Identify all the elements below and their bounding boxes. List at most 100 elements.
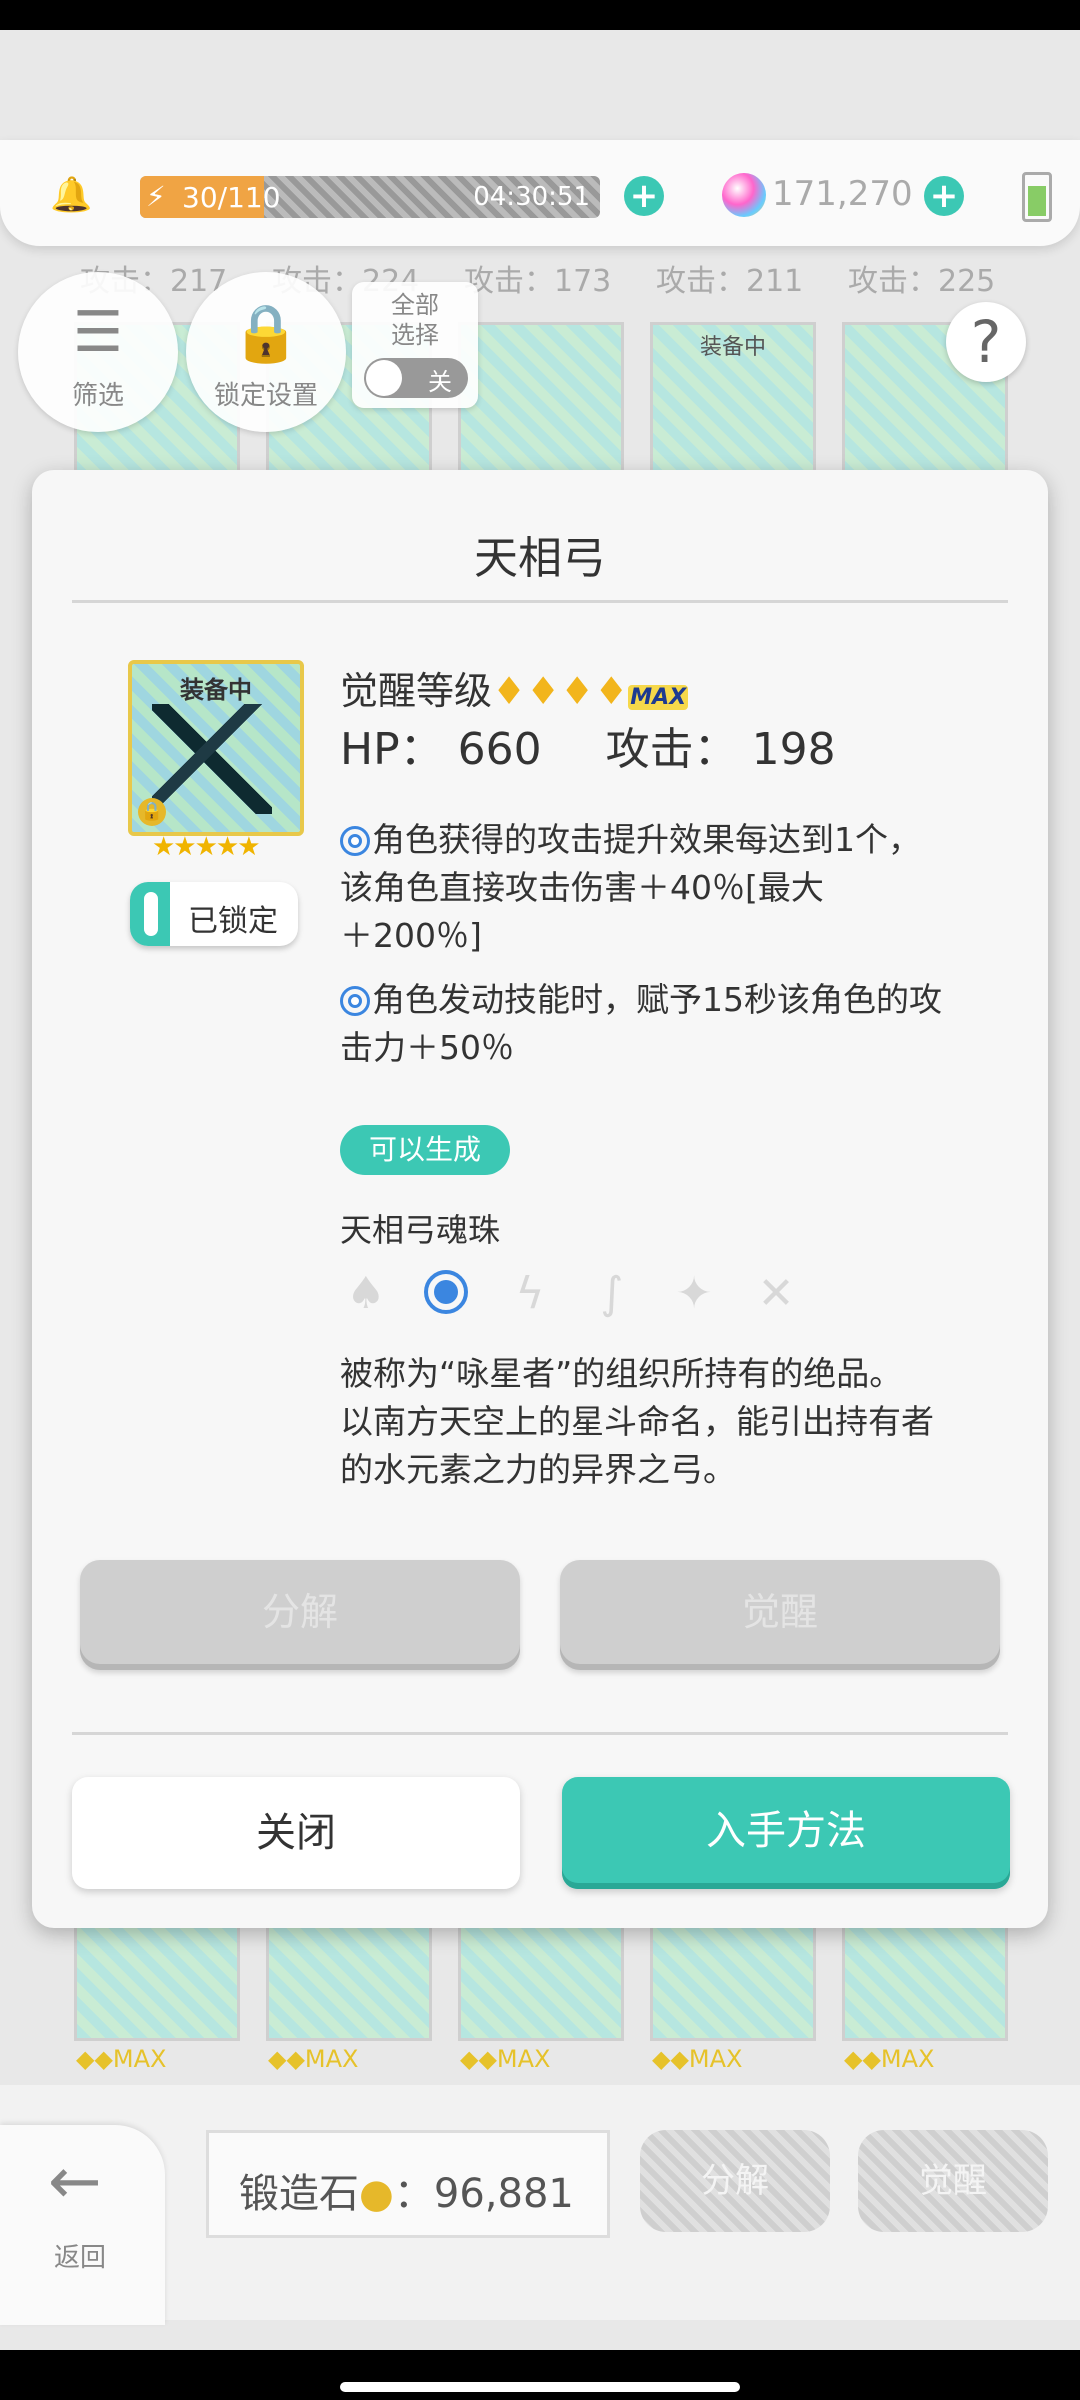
- description-line: 以南方天空上的星斗命名，能引出持有者: [340, 1402, 934, 1441]
- hp-stat: HP： 660: [340, 724, 542, 775]
- light-icon: ✦: [675, 1268, 713, 1319]
- forge-stone-text: 锻造石●：96,881: [239, 2161, 574, 2219]
- forge-stone-icon: ●: [359, 2171, 394, 2217]
- card-awaken-stars: ◆◆MAX: [652, 2045, 743, 2073]
- skill-bullet-icon: [340, 826, 370, 856]
- lock-icon: 🔒: [138, 798, 166, 826]
- equipped-badge: 装备中: [180, 676, 252, 704]
- dialog-title: 天相弓: [474, 533, 606, 584]
- back-label: 返回: [54, 2243, 107, 2273]
- switch-knob: [366, 360, 402, 396]
- energy-bar: ⚡ 30/110 04:30:51: [140, 176, 600, 218]
- card-awaken-stars: ◆◆MAX: [76, 2045, 167, 2073]
- filter-button[interactable]: ☰ 筛选: [18, 272, 178, 432]
- dark-icon: ✕: [757, 1268, 795, 1319]
- select-all-switch[interactable]: 关: [364, 358, 468, 398]
- back-button[interactable]: ← 返回: [0, 2125, 165, 2325]
- weapon-card[interactable]: [842, 1925, 1008, 2041]
- thunder-icon: ϟ: [515, 1268, 545, 1319]
- add-energy-icon[interactable]: +: [624, 176, 664, 216]
- equipped-label: 装备中: [699, 335, 766, 360]
- help-icon[interactable]: ?: [946, 302, 1026, 382]
- description-line: 被称为“咏星者”的组织所持有的绝品。: [340, 1354, 903, 1393]
- forge-stone-counter: 锻造石●：96,881: [206, 2130, 610, 2238]
- water-icon: [424, 1270, 468, 1314]
- max-label: MAX: [880, 2045, 935, 2073]
- effect-line: 角色发动技能时，赋予15秒该角色的攻: [372, 980, 942, 1019]
- card-attack: 攻击：225: [848, 264, 996, 299]
- weapon-card[interactable]: 装备中: [650, 322, 816, 478]
- bulk-disassemble-button[interactable]: 分解: [640, 2130, 830, 2232]
- lock-toggle-indicator: [130, 882, 170, 946]
- switch-state: 关: [428, 368, 452, 396]
- gem-count: 171,270: [772, 174, 913, 214]
- weapon-card[interactable]: [650, 1925, 816, 2041]
- buttons-divider: [72, 1732, 1008, 1735]
- filter-label: 筛选: [71, 381, 124, 411]
- status-bar: [0, 0, 1080, 30]
- weapon-detail-dialog: 天相弓 装备中 🔒 ★★★★★ 已锁定 觉醒等级♦♦♦♦MAX HP： 660 …: [32, 470, 1048, 1928]
- battery-icon: [1022, 172, 1052, 222]
- max-label: MAX: [112, 2045, 167, 2073]
- weapon-card[interactable]: [266, 1925, 432, 2041]
- gem-icon: [722, 173, 766, 217]
- weapon-card[interactable]: [458, 1925, 624, 2041]
- awaken-max-badge: MAX: [628, 685, 689, 710]
- attack-stat: 攻击： 198: [605, 724, 836, 775]
- weapon-stats: HP： 660 攻击： 198: [340, 713, 836, 777]
- awaken-level: 觉醒等级♦♦♦♦MAX: [340, 660, 689, 715]
- craftable-badge: 可以生成: [340, 1125, 510, 1175]
- effect-1: 角色获得的攻击提升效果每达到1个， 该角色直接攻击伤害＋40％[最大 ＋200％…: [340, 816, 1000, 960]
- weapon-card[interactable]: [458, 322, 624, 478]
- card-attack: 攻击：173: [464, 264, 612, 299]
- max-label: MAX: [688, 2045, 743, 2073]
- disassemble-button[interactable]: 分解: [80, 1560, 520, 1670]
- awaken-level-label: 觉醒等级: [340, 669, 493, 713]
- effect-line: 击力＋50％: [340, 1028, 514, 1067]
- lock-icon: 🔒: [231, 301, 301, 366]
- effect-line: 角色获得的攻击提升效果每达到1个，: [372, 820, 921, 859]
- weapon-image: 装备中 🔒: [128, 660, 304, 836]
- energy-text: 30/110: [182, 181, 281, 214]
- wind-icon: ∫: [600, 1268, 624, 1319]
- card-awaken-stars: ◆◆MAX: [460, 2045, 551, 2073]
- back-arrow-icon: ←: [48, 2145, 102, 2219]
- filter-icon: ☰: [72, 300, 124, 365]
- max-label: MAX: [496, 2045, 551, 2073]
- earth-icon: ♠: [346, 1268, 386, 1319]
- add-gems-icon[interactable]: +: [924, 176, 964, 216]
- weapon-card[interactable]: [74, 1925, 240, 2041]
- lock-toggle-label: 已锁定: [188, 904, 278, 939]
- max-label: MAX: [304, 2045, 359, 2073]
- close-button[interactable]: 关闭: [72, 1777, 520, 1889]
- energy-timer: 04:30:51: [473, 182, 590, 212]
- rarity-stars: ★★★★★: [152, 832, 261, 862]
- description-line: 的水元素之力的异界之弓。: [340, 1450, 736, 1489]
- select-all-toggle[interactable]: 全部 选择 关: [352, 282, 478, 408]
- weapon-description: 被称为“咏星者”的组织所持有的绝品。 以南方天空上的星斗命名，能引出持有者 的水…: [340, 1350, 1000, 1494]
- bulk-awaken-button[interactable]: 觉醒: [858, 2130, 1048, 2232]
- lock-toggle-button[interactable]: 已锁定: [130, 882, 298, 946]
- bell-icon[interactable]: 🔔: [50, 175, 92, 215]
- effect-line: ＋200％]: [340, 916, 482, 955]
- forge-stone-value: ：96,881: [393, 2171, 574, 2217]
- card-awaken-stars: ◆◆MAX: [844, 2045, 935, 2073]
- soul-orb-label: 天相弓魂珠: [340, 1211, 501, 1249]
- awaken-button[interactable]: 觉醒: [560, 1560, 1000, 1670]
- select-all-label: 全部 选择: [391, 291, 439, 349]
- nav-bar: [0, 2350, 1080, 2400]
- card-attack: 攻击：211: [656, 264, 804, 299]
- effect-line: 该角色直接攻击伤害＋40％[最大: [340, 868, 824, 907]
- obtain-method-button[interactable]: 入手方法: [562, 1777, 1010, 1889]
- card-awaken-stars: ◆◆MAX: [268, 2045, 359, 2073]
- bow-icon: [152, 704, 272, 814]
- lock-settings-button[interactable]: 🔒 锁定设置: [186, 272, 346, 432]
- lock-settings-label: 锁定设置: [213, 381, 318, 411]
- title-divider: [72, 600, 1008, 603]
- effect-2: 角色发动技能时，赋予15秒该角色的攻 击力＋50％: [340, 976, 1000, 1072]
- skill-bullet-icon: [340, 986, 370, 1016]
- forge-stone-label: 锻造石: [239, 2171, 359, 2217]
- home-indicator[interactable]: [340, 2382, 740, 2392]
- awaken-diamond-icon: ♦♦♦♦: [492, 669, 629, 713]
- lightning-icon: ⚡: [146, 180, 166, 213]
